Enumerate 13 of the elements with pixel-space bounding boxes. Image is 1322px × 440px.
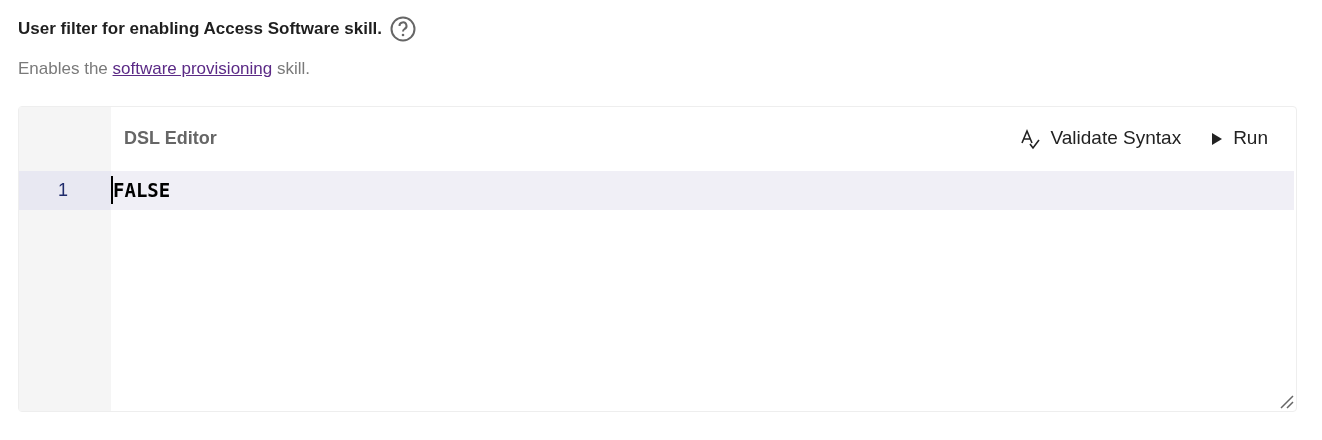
software-provisioning-link[interactable]: software provisioning (112, 59, 273, 78)
code-text: FALSE (113, 177, 171, 203)
line-number: 1 (19, 170, 111, 210)
help-icon[interactable] (390, 16, 417, 42)
play-icon (1211, 131, 1224, 146)
resize-handle-icon[interactable] (1280, 394, 1294, 409)
run-button[interactable]: Run (1211, 124, 1268, 153)
text-cursor (111, 176, 113, 204)
spellcheck-icon (1018, 127, 1041, 150)
editor-title: DSL Editor (124, 127, 218, 150)
field-description: Enables the software provisioning skill. (18, 58, 312, 80)
field-title: User filter for enabling Access Software skill. (18, 18, 383, 41)
validate-button[interactable]: Validate Syntax (1018, 124, 1182, 153)
